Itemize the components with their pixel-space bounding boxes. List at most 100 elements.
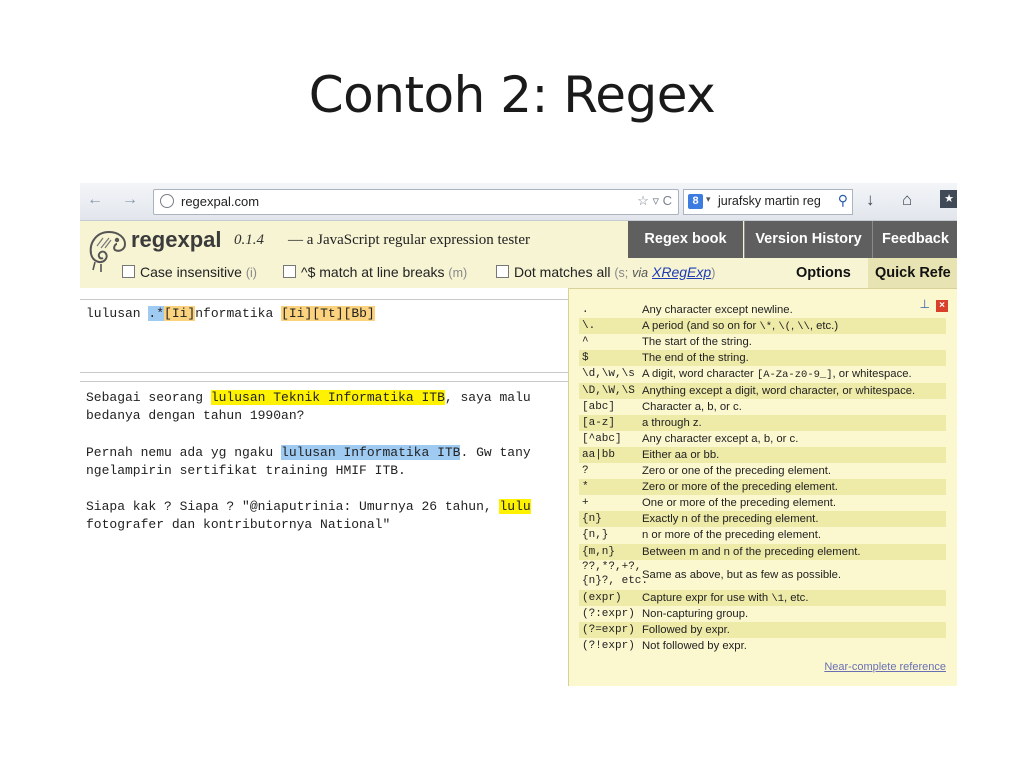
tab-options[interactable]: Options xyxy=(796,258,851,288)
search-input[interactable]: jurafsky martin reg xyxy=(718,194,821,208)
regex-expression[interactable]: lulusan .*[Ii]nformatika [Ii][Tt][Bb] xyxy=(86,306,375,321)
nav-feedback[interactable]: Feedback xyxy=(872,221,957,258)
qref-description-part: A digit, word character xyxy=(642,368,757,381)
engine-dropdown-icon[interactable]: ▾ xyxy=(706,194,711,205)
qref-description-part: [A-Za-z0-9_] xyxy=(756,369,833,382)
qref-token: aa|bb xyxy=(582,448,616,461)
qref-description-part: Capture expr for use with xyxy=(642,591,772,604)
line-breaks-checkbox[interactable] xyxy=(283,265,296,278)
dot-all-key: (s; xyxy=(614,266,629,280)
qref-description-part: , etc. xyxy=(783,591,809,604)
search-icon[interactable]: ⚲ xyxy=(838,192,848,209)
quick-reference-row: (?:expr) Non-capturing group. xyxy=(579,606,946,622)
test-text-segment: Pernah nemu ada yg ngaku xyxy=(86,444,282,460)
quick-reference-panel: ⊥ × Near-complete reference . Any characte… xyxy=(568,288,957,686)
qref-description: The start of the string. xyxy=(642,334,752,350)
qref-description-part: Any character except a, b, or c. xyxy=(642,432,799,445)
nav-version-history[interactable]: Version History xyxy=(744,221,872,258)
test-text-segment: ngelampirin sertifikat training HMIF ITB… xyxy=(86,462,406,478)
quick-reference-row: [^abc] Any character except a, b, or c. xyxy=(579,431,946,447)
quick-reference-row: {n} Exactly n of the preceding element. xyxy=(579,511,946,528)
near-complete-reference-link[interactable]: Near-complete reference xyxy=(824,661,946,673)
qref-token: . xyxy=(582,304,589,316)
qref-description-part: a through z. xyxy=(642,416,702,429)
dot-all-option[interactable]: Dot matches all (s; via XRegExp) xyxy=(496,264,715,280)
qref-description-part: Non-capturing group. xyxy=(642,607,749,620)
qref-description: Character a, b, or c. xyxy=(642,399,742,415)
quick-reference-row: ? Zero or one of the preceding element. xyxy=(579,463,946,479)
download-icon[interactable]: ↓ xyxy=(866,190,875,210)
quick-reference-row: ^ The start of the string. xyxy=(579,334,946,350)
nav-regex-book[interactable]: Regex book xyxy=(628,221,743,258)
xregexp-link[interactable]: XRegExp xyxy=(652,264,711,280)
qref-description-part: A period (and so on for xyxy=(642,320,760,333)
quick-reference-row: (?!expr) Not followed by expr. xyxy=(579,638,946,654)
qref-description-part: \( xyxy=(778,321,791,334)
case-insensitive-option[interactable]: Case insensitive (i) xyxy=(122,264,257,280)
qref-description: A period (and so on for \*, \(, \\, etc.… xyxy=(642,318,838,335)
dot-all-label: Dot matches all xyxy=(514,264,611,280)
regex-token-highlight: [Ii] xyxy=(164,306,196,321)
qref-token: (?!expr) xyxy=(582,639,635,652)
line-breaks-label: ^$ match at line breaks xyxy=(301,264,445,280)
bookmark-reload-icons[interactable]: ☆ ▿ C xyxy=(637,193,672,209)
qref-token: ??,*?,+?, {n}?, etc. xyxy=(582,560,649,587)
quick-reference-row: [abc] Character a, b, or c. xyxy=(579,399,946,415)
browser-toolbar: ← → regexpal.com ☆ ▿ C 8 ▾ jurafsky mart… xyxy=(80,183,957,221)
regex-token-highlight: [Ii] xyxy=(281,306,313,321)
qref-description-part: Any character except newline. xyxy=(642,304,793,316)
qref-description-part: Same as above, but as few as possible. xyxy=(642,568,842,581)
qref-description-part: Between m and n of the preceding element… xyxy=(642,545,861,558)
qref-description: Same as above, but as few as possible. xyxy=(642,560,841,590)
qref-description-part: Exactly n of the preceding element. xyxy=(642,513,819,526)
qref-token: ? xyxy=(582,465,589,477)
regex-literal: nformatika xyxy=(195,306,282,321)
qref-description-part: The end of the string. xyxy=(642,352,749,365)
regex-token-highlight: [Tt] xyxy=(312,306,344,321)
qref-token: ^ xyxy=(582,336,589,349)
qref-description: Exactly n of the preceding element. xyxy=(642,511,818,527)
test-text-segment: . Gw tany xyxy=(460,444,531,460)
app-tagline: — a JavaScript regular expression tester xyxy=(288,232,530,248)
qref-description: Followed by expr. xyxy=(642,622,730,638)
search-bar[interactable]: 8 ▾ jurafsky martin reg ⚲ xyxy=(683,189,853,215)
match-highlight: lulusan Teknik Informatika ITB xyxy=(210,390,445,405)
close-paren: ) xyxy=(711,266,716,280)
tab-quick-reference[interactable]: Quick Refe xyxy=(868,258,957,288)
qref-token: [^abc] xyxy=(582,432,622,445)
case-insensitive-checkbox[interactable] xyxy=(122,265,135,278)
qref-token: \d,\w,\s xyxy=(582,368,635,381)
qref-description-part: Zero or more of the preceding element. xyxy=(642,481,838,494)
quick-reference-row: \D,\W,\S Anything except a digit, word ch… xyxy=(579,382,946,399)
qref-description: Non-capturing group. xyxy=(642,606,748,622)
test-text-line: Pernah nemu ada yg ngaku lulusan Informa… xyxy=(86,444,531,460)
test-text-line: bedanya dengan tahun 1990an? xyxy=(86,408,304,423)
qref-token: (expr) xyxy=(582,591,622,604)
quick-reference-row: \. A period (and so on for \*, \(, \\, et… xyxy=(579,318,946,335)
test-text-line: Siapa kak ? Siapa ? "@niaputrinia: Umurn… xyxy=(86,499,531,515)
globe-icon xyxy=(160,194,174,208)
url-text: regexpal.com xyxy=(181,194,260,209)
qref-description: Between m and n of the preceding element… xyxy=(642,544,861,560)
test-text-segment: bedanya dengan tahun 1990an? xyxy=(86,408,305,424)
match-highlight: lulusan Informatika ITB xyxy=(281,444,461,460)
qref-token: {m,n} xyxy=(582,545,616,558)
forward-icon[interactable]: → xyxy=(122,191,138,209)
back-icon[interactable]: ← xyxy=(87,191,103,209)
qref-description-part: , or whitespace. xyxy=(832,368,912,381)
qref-description-part: Not followed by expr. xyxy=(642,639,747,652)
bookmarks-menu-icon[interactable]: ★ xyxy=(940,190,957,208)
via-text: via xyxy=(632,266,649,280)
line-breaks-option[interactable]: ^$ match at line breaks (m) xyxy=(283,264,467,280)
qref-description-part: \\ xyxy=(797,321,810,334)
qref-description-part: Anything except a digit, word character,… xyxy=(642,384,916,397)
home-icon[interactable]: ⌂ xyxy=(902,190,912,210)
quick-reference-row: + One or more of the preceding element. xyxy=(579,495,946,511)
qref-description: a through z. xyxy=(642,415,702,431)
dot-all-checkbox[interactable] xyxy=(496,265,509,278)
address-bar[interactable]: regexpal.com ☆ ▿ C xyxy=(153,189,679,215)
qref-token: + xyxy=(582,497,589,510)
qref-description-part: One or more of the preceding element. xyxy=(642,497,837,510)
slide-title: Contoh 2: Regex xyxy=(308,66,716,124)
search-engine-icon[interactable]: 8 xyxy=(688,194,703,209)
